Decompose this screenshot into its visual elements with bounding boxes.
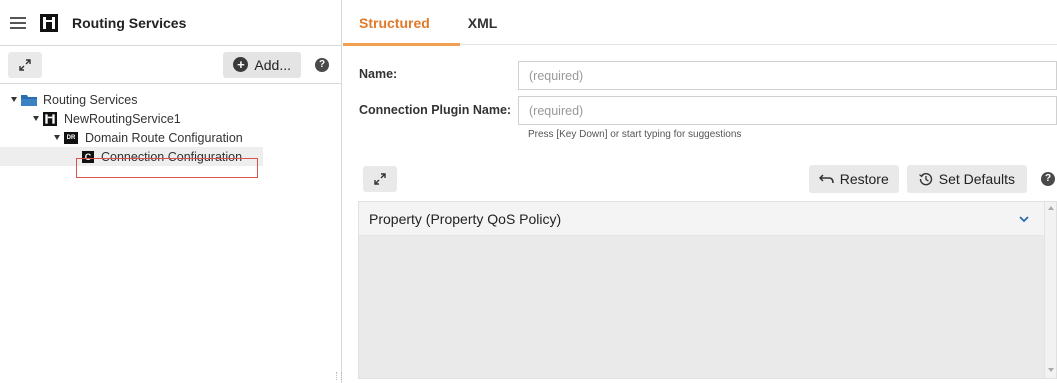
property-section-title: Property (Property QoS Policy) xyxy=(369,210,562,227)
restore-button[interactable]: Restore xyxy=(808,165,899,193)
tree-item-routing-services[interactable]: Routing Services xyxy=(0,90,341,109)
routing-service-icon xyxy=(43,111,57,126)
tab-bar: Structured XML xyxy=(343,0,1057,46)
scrollbar[interactable] xyxy=(1044,202,1056,378)
tree: Routing Services NewRoutingService1 DR D… xyxy=(0,84,341,166)
splitter-handle[interactable] xyxy=(336,372,342,380)
routing-logo-icon xyxy=(40,13,58,32)
property-toolbar: Restore Set Defaults ? xyxy=(358,158,1057,200)
domain-route-icon: DR xyxy=(64,131,78,144)
tree-item-label: NewRoutingService1 xyxy=(64,111,181,126)
caret-down-icon[interactable] xyxy=(11,97,17,102)
name-field[interactable] xyxy=(518,61,1057,90)
tree-panel: Routing Services + Add... ? Routing Serv… xyxy=(0,0,342,383)
expand-icon xyxy=(19,58,31,71)
history-icon xyxy=(918,172,932,186)
add-button-label: Add... xyxy=(254,56,291,73)
expand-button[interactable] xyxy=(363,166,397,192)
tree-item-service[interactable]: NewRoutingService1 xyxy=(0,109,341,128)
tree-item-label: Domain Route Configuration xyxy=(85,130,243,145)
scroll-up-icon[interactable] xyxy=(1048,206,1054,210)
help-icon[interactable]: ? xyxy=(315,57,329,72)
scroll-down-icon[interactable] xyxy=(1048,368,1054,372)
property-section-header[interactable]: Property (Property QoS Policy) xyxy=(359,202,1044,236)
tab-structured[interactable]: Structured xyxy=(343,0,460,46)
expand-button[interactable] xyxy=(8,51,42,78)
tree-toolbar: + Add... ? xyxy=(0,46,341,84)
folder-icon xyxy=(21,94,37,106)
suggestion-hint: Press [Key Down] or start typing for sug… xyxy=(528,129,742,140)
undo-icon xyxy=(818,174,834,184)
property-area: Property (Property QoS Policy) xyxy=(358,201,1057,379)
plus-circle-icon: + xyxy=(233,57,249,72)
chevron-down-icon[interactable] xyxy=(1018,213,1030,225)
restore-button-label: Restore xyxy=(839,171,889,187)
tree-item-domain-route[interactable]: DR Domain Route Configuration xyxy=(0,128,341,147)
plugin-name-label: Connection Plugin Name: xyxy=(359,103,512,117)
caret-down-icon[interactable] xyxy=(54,135,60,140)
help-icon[interactable]: ? xyxy=(1041,172,1055,186)
config-form: Name: Connection Plugin Name: Press [Key… xyxy=(343,45,1057,165)
editor-panel: Structured XML Name: Connection Plugin N… xyxy=(343,0,1057,383)
expand-icon xyxy=(374,173,386,185)
plugin-name-field[interactable] xyxy=(518,96,1057,125)
selection-highlight xyxy=(76,158,258,178)
add-button[interactable]: + Add... xyxy=(223,51,301,78)
set-defaults-button[interactable]: Set Defaults xyxy=(906,165,1027,193)
app-header: Routing Services xyxy=(0,0,341,46)
tree-item-label: Routing Services xyxy=(43,92,138,107)
tab-xml[interactable]: XML xyxy=(460,0,508,45)
name-label: Name: xyxy=(359,67,398,81)
set-defaults-button-label: Set Defaults xyxy=(938,171,1015,187)
menu-icon[interactable] xyxy=(10,16,26,29)
caret-down-icon[interactable] xyxy=(33,116,39,121)
app-title: Routing Services xyxy=(72,14,187,31)
